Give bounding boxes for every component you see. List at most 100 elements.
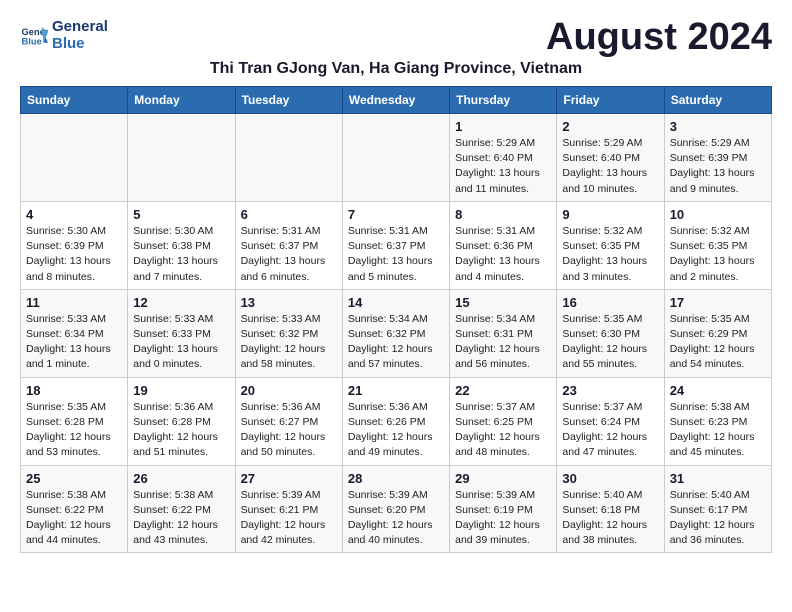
day-number: 3 <box>670 119 766 134</box>
day-number: 17 <box>670 295 766 310</box>
day-cell: 24 Sunrise: 5:38 AMSunset: 6:23 PMDayligh… <box>664 377 771 465</box>
day-number: 12 <box>133 295 229 310</box>
day-info: Sunrise: 5:39 AMSunset: 6:20 PMDaylight:… <box>348 488 444 549</box>
day-number: 30 <box>562 471 658 486</box>
day-info: Sunrise: 5:36 AMSunset: 6:26 PMDaylight:… <box>348 400 444 461</box>
logo: General Blue General Blue <box>20 18 108 53</box>
day-cell: 28 Sunrise: 5:39 AMSunset: 6:20 PMDayligh… <box>342 465 449 553</box>
day-info: Sunrise: 5:38 AMSunset: 6:23 PMDaylight:… <box>670 400 766 461</box>
logo-general: General <box>52 18 108 35</box>
day-cell: 11 Sunrise: 5:33 AMSunset: 6:34 PMDayligh… <box>21 289 128 377</box>
calendar-body: 1 Sunrise: 5:29 AMSunset: 6:40 PMDaylight… <box>21 114 772 553</box>
day-cell: 27 Sunrise: 5:39 AMSunset: 6:21 PMDayligh… <box>235 465 342 553</box>
day-info: Sunrise: 5:29 AMSunset: 6:40 PMDaylight:… <box>455 136 551 197</box>
week-row-2: 4Sunrise: 5:30 AMSunset: 6:39 PMDaylight… <box>21 201 772 289</box>
week-row-3: 11 Sunrise: 5:33 AMSunset: 6:34 PMDayligh… <box>21 289 772 377</box>
day-info: Sunrise: 5:36 AMSunset: 6:28 PMDaylight:… <box>133 400 229 461</box>
location-title: Thi Tran GJong Van, Ha Giang Province, V… <box>20 60 772 78</box>
logo-blue: Blue <box>52 35 108 52</box>
day-cell: 23Sunrise: 5:37 AMSunset: 6:24 PMDayligh… <box>557 377 664 465</box>
day-number: 18 <box>26 383 122 398</box>
day-number: 6 <box>241 207 337 222</box>
day-number: 23 <box>562 383 658 398</box>
day-number: 9 <box>562 207 658 222</box>
day-info: Sunrise: 5:39 AMSunset: 6:21 PMDaylight:… <box>241 488 337 549</box>
day-info: Sunrise: 5:38 AMSunset: 6:22 PMDaylight:… <box>133 488 229 549</box>
weekday-header-row: SundayMondayTuesdayWednesdayThursdayFrid… <box>21 87 772 114</box>
day-number: 26 <box>133 471 229 486</box>
week-row-4: 18 Sunrise: 5:35 AMSunset: 6:28 PMDayligh… <box>21 377 772 465</box>
day-number: 4 <box>26 207 122 222</box>
day-number: 19 <box>133 383 229 398</box>
weekday-friday: Friday <box>557 87 664 114</box>
day-cell: 2 Sunrise: 5:29 AMSunset: 6:40 PMDaylight… <box>557 114 664 202</box>
day-info: Sunrise: 5:37 AMSunset: 6:25 PMDaylight:… <box>455 400 551 461</box>
day-cell: 14 Sunrise: 5:34 AMSunset: 6:32 PMDayligh… <box>342 289 449 377</box>
day-number: 10 <box>670 207 766 222</box>
day-info: Sunrise: 5:30 AMSunset: 6:38 PMDaylight:… <box>133 224 229 285</box>
day-cell: 13 Sunrise: 5:33 AMSunset: 6:32 PMDayligh… <box>235 289 342 377</box>
day-cell: 21 Sunrise: 5:36 AMSunset: 6:26 PMDayligh… <box>342 377 449 465</box>
day-number: 14 <box>348 295 444 310</box>
day-number: 28 <box>348 471 444 486</box>
day-cell: 15 Sunrise: 5:34 AMSunset: 6:31 PMDayligh… <box>450 289 557 377</box>
month-title: August 2024 <box>546 18 772 56</box>
day-info: Sunrise: 5:33 AMSunset: 6:34 PMDaylight:… <box>26 312 122 373</box>
day-info: Sunrise: 5:31 AMSunset: 6:37 PMDaylight:… <box>241 224 337 285</box>
day-number: 20 <box>241 383 337 398</box>
day-number: 1 <box>455 119 551 134</box>
day-number: 7 <box>348 207 444 222</box>
day-cell: 20 Sunrise: 5:36 AMSunset: 6:27 PMDayligh… <box>235 377 342 465</box>
day-cell <box>235 114 342 202</box>
day-cell: 16 Sunrise: 5:35 AMSunset: 6:30 PMDayligh… <box>557 289 664 377</box>
day-info: Sunrise: 5:29 AMSunset: 6:40 PMDaylight:… <box>562 136 658 197</box>
day-cell: 18 Sunrise: 5:35 AMSunset: 6:28 PMDayligh… <box>21 377 128 465</box>
day-number: 13 <box>241 295 337 310</box>
day-number: 11 <box>26 295 122 310</box>
weekday-thursday: Thursday <box>450 87 557 114</box>
day-number: 22 <box>455 383 551 398</box>
day-info: Sunrise: 5:34 AMSunset: 6:31 PMDaylight:… <box>455 312 551 373</box>
day-info: Sunrise: 5:39 AMSunset: 6:19 PMDaylight:… <box>455 488 551 549</box>
day-number: 27 <box>241 471 337 486</box>
day-cell <box>128 114 235 202</box>
day-info: Sunrise: 5:35 AMSunset: 6:28 PMDaylight:… <box>26 400 122 461</box>
day-cell: 10 Sunrise: 5:32 AMSunset: 6:35 PMDayligh… <box>664 201 771 289</box>
day-cell: 31Sunrise: 5:40 AMSunset: 6:17 PMDayligh… <box>664 465 771 553</box>
day-info: Sunrise: 5:34 AMSunset: 6:32 PMDaylight:… <box>348 312 444 373</box>
day-info: Sunrise: 5:31 AMSunset: 6:36 PMDaylight:… <box>455 224 551 285</box>
day-info: Sunrise: 5:33 AMSunset: 6:32 PMDaylight:… <box>241 312 337 373</box>
day-number: 15 <box>455 295 551 310</box>
day-cell: 3Sunrise: 5:29 AMSunset: 6:39 PMDaylight… <box>664 114 771 202</box>
day-info: Sunrise: 5:40 AMSunset: 6:18 PMDaylight:… <box>562 488 658 549</box>
week-row-1: 1 Sunrise: 5:29 AMSunset: 6:40 PMDaylight… <box>21 114 772 202</box>
day-cell: 5 Sunrise: 5:30 AMSunset: 6:38 PMDaylight… <box>128 201 235 289</box>
day-info: Sunrise: 5:35 AMSunset: 6:30 PMDaylight:… <box>562 312 658 373</box>
day-cell: 12 Sunrise: 5:33 AMSunset: 6:33 PMDayligh… <box>128 289 235 377</box>
day-number: 29 <box>455 471 551 486</box>
weekday-wednesday: Wednesday <box>342 87 449 114</box>
day-cell: 29 Sunrise: 5:39 AMSunset: 6:19 PMDayligh… <box>450 465 557 553</box>
day-number: 2 <box>562 119 658 134</box>
day-cell: 1 Sunrise: 5:29 AMSunset: 6:40 PMDaylight… <box>450 114 557 202</box>
day-cell: 17Sunrise: 5:35 AMSunset: 6:29 PMDayligh… <box>664 289 771 377</box>
day-cell: 7 Sunrise: 5:31 AMSunset: 6:37 PMDaylight… <box>342 201 449 289</box>
calendar: SundayMondayTuesdayWednesdayThursdayFrid… <box>20 86 772 553</box>
day-info: Sunrise: 5:33 AMSunset: 6:33 PMDaylight:… <box>133 312 229 373</box>
day-number: 5 <box>133 207 229 222</box>
day-number: 24 <box>670 383 766 398</box>
day-number: 8 <box>455 207 551 222</box>
logo-icon: General Blue <box>20 21 48 49</box>
day-number: 21 <box>348 383 444 398</box>
day-info: Sunrise: 5:36 AMSunset: 6:27 PMDaylight:… <box>241 400 337 461</box>
weekday-sunday: Sunday <box>21 87 128 114</box>
day-cell: 8 Sunrise: 5:31 AMSunset: 6:36 PMDaylight… <box>450 201 557 289</box>
day-cell <box>21 114 128 202</box>
day-number: 16 <box>562 295 658 310</box>
day-info: Sunrise: 5:31 AMSunset: 6:37 PMDaylight:… <box>348 224 444 285</box>
weekday-tuesday: Tuesday <box>235 87 342 114</box>
day-cell: 4Sunrise: 5:30 AMSunset: 6:39 PMDaylight… <box>21 201 128 289</box>
day-info: Sunrise: 5:32 AMSunset: 6:35 PMDaylight:… <box>562 224 658 285</box>
day-info: Sunrise: 5:32 AMSunset: 6:35 PMDaylight:… <box>670 224 766 285</box>
day-info: Sunrise: 5:40 AMSunset: 6:17 PMDaylight:… <box>670 488 766 549</box>
